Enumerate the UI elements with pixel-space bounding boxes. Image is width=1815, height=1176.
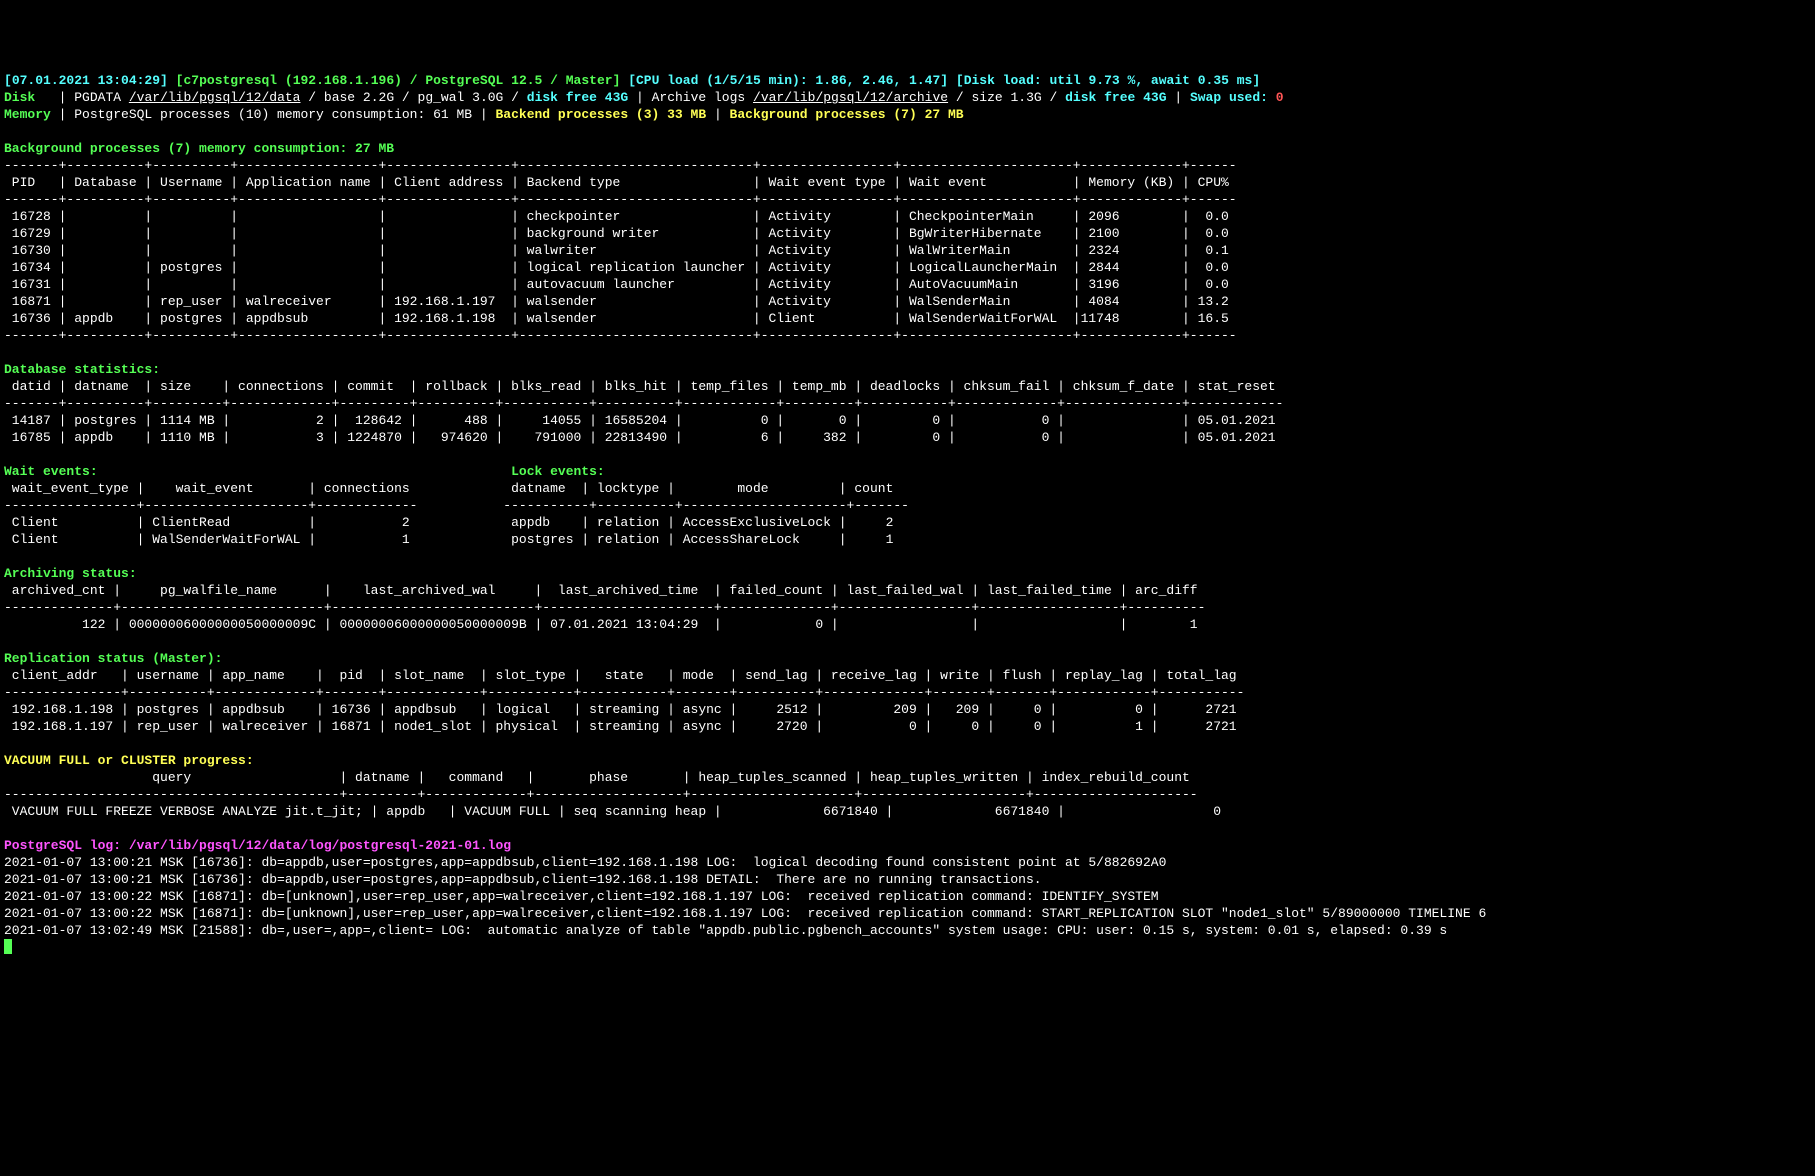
timestamp: [07.01.2021 13:04:29] — [4, 73, 168, 88]
host-info: [c7postgresql (192.168.1.196) / PostgreS… — [176, 73, 621, 88]
table-row: 16871 | | rep_user | walreceiver | 192.1… — [4, 294, 1229, 309]
arch-table-header: archived_cnt | pg_walfile_name | last_ar… — [4, 583, 1198, 598]
disk-free: disk free 43G — [527, 90, 628, 105]
disk-label: Disk — [4, 90, 35, 105]
vacuum-title: VACUUM FULL or CLUSTER progress: — [4, 753, 254, 768]
background-mem: Background processes (7) 27 MB — [730, 107, 964, 122]
archiving-title: Archiving status: — [4, 566, 137, 581]
pgwal-size: pg_wal 3.0G — [418, 90, 504, 105]
arch-label: Archive logs — [652, 90, 746, 105]
lock-table-sep: -----------+----------+-----------------… — [503, 498, 909, 513]
pg-procs-mem: PostgreSQL processes (10) memory consump… — [74, 107, 472, 122]
table-row: 16730 | | | | | walwriter | Activity | W… — [4, 243, 1229, 258]
arch-path: /var/lib/pgsql/12/archive — [753, 90, 948, 105]
db-table-header: datid | datname | size | connections | c… — [4, 379, 1276, 394]
bg-table-sep: -------+----------+----------+----------… — [4, 328, 1237, 343]
table-row: Client | WalSenderWaitForWAL | 1 — [4, 532, 410, 547]
table-row: 16734 | | postgres | | | logical replica… — [4, 260, 1229, 275]
vac-table-sep: ----------------------------------------… — [4, 787, 1198, 802]
base-size: base 2.2G — [324, 90, 394, 105]
repl-table-header: client_addr | username | app_name | pid … — [4, 668, 1237, 683]
cpu-load: [CPU load (1/5/15 min): 1.86, 2.46, 1.47… — [628, 73, 948, 88]
table-row: 16736 | appdb | postgres | appdbsub | 19… — [4, 311, 1229, 326]
wait-table-sep: -----------------+---------------------+… — [4, 498, 417, 513]
arch-table-sep: --------------+-------------------------… — [4, 600, 1205, 615]
arch-free: disk free 43G — [1065, 90, 1166, 105]
cursor — [4, 939, 12, 954]
table-row: 16785 | appdb | 1110 MB | 3 | 1224870 | … — [4, 430, 1276, 445]
table-row: VACUUM FULL FREEZE VERBOSE ANALYZE jit.t… — [4, 804, 1221, 819]
log-line: 2021-01-07 13:00:21 MSK [16736]: db=appd… — [4, 855, 1166, 870]
replication-title: Replication status (Master): — [4, 651, 222, 666]
log-line: 2021-01-07 13:00:21 MSK [16736]: db=appd… — [4, 872, 1042, 887]
backend-mem: Backend processes (3) 33 MB — [496, 107, 707, 122]
lock-events-title: Lock events: — [511, 464, 605, 479]
swap-value: 0 — [1276, 90, 1284, 105]
disk-load: [Disk load: util 9.73 %, await 0.35 ms] — [956, 73, 1260, 88]
bg-procs-title: Background processes (7) memory consumpt… — [4, 141, 394, 156]
db-stats-title: Database statistics: — [4, 362, 160, 377]
table-row: 192.168.1.198 | postgres | appdbsub | 16… — [4, 702, 1237, 717]
log-title: PostgreSQL log: /var/lib/pgsql/12/data/l… — [4, 838, 511, 853]
repl-table-sep: ---------------+----------+-------------… — [4, 685, 1244, 700]
table-row: Client | ClientRead | 2 — [4, 515, 410, 530]
log-line: 2021-01-07 13:00:22 MSK [16871]: db=[unk… — [4, 889, 1159, 904]
db-table-sep: -------+----------+---------+-----------… — [4, 396, 1283, 411]
log-line: 2021-01-07 13:00:22 MSK [16871]: db=[unk… — [4, 906, 1486, 921]
table-row: postgres | relation | AccessShareLock | … — [496, 532, 894, 547]
wait-events-title: Wait events: — [4, 464, 98, 479]
table-row: 192.168.1.197 | rep_user | walreceiver |… — [4, 719, 1237, 734]
pgdata-path: /var/lib/pgsql/12/data — [129, 90, 301, 105]
wait-table-header: wait_event_type | wait_event | connectio… — [4, 481, 410, 496]
log-line: 2021-01-07 13:02:49 MSK [21588]: db=,use… — [4, 923, 1447, 938]
memory-label: Memory — [4, 107, 51, 122]
table-row: 16728 | | | | | checkpointer | Activity … — [4, 209, 1229, 224]
lock-table-header: datname | locktype | mode | count — [496, 481, 894, 496]
log-path: /var/lib/pgsql/12/data/log/postgresql-20… — [129, 838, 511, 853]
table-row: 16731 | | | | | autovacuum launcher | Ac… — [4, 277, 1229, 292]
table-row: appdb | relation | AccessExclusiveLock |… — [496, 515, 894, 530]
arch-size: size 1.3G — [971, 90, 1041, 105]
terminal-output: [07.01.2021 13:04:29] [c7postgresql (192… — [4, 72, 1811, 957]
bg-table-sep: -------+----------+----------+----------… — [4, 158, 1237, 173]
table-row: 14187 | postgres | 1114 MB | 2 | 128642 … — [4, 413, 1276, 428]
table-row: 16729 | | | | | background writer | Acti… — [4, 226, 1229, 241]
pgdata-label: PGDATA — [74, 90, 121, 105]
bg-table-header: PID | Database | Username | Application … — [4, 175, 1229, 190]
swap-label: Swap used: — [1190, 90, 1268, 105]
vac-table-header: query | datname | command | phase | heap… — [4, 770, 1190, 785]
bg-table-sep: -------+----------+----------+----------… — [4, 192, 1237, 207]
table-row: 122 | 00000006000000050000009C | 0000000… — [4, 617, 1198, 632]
